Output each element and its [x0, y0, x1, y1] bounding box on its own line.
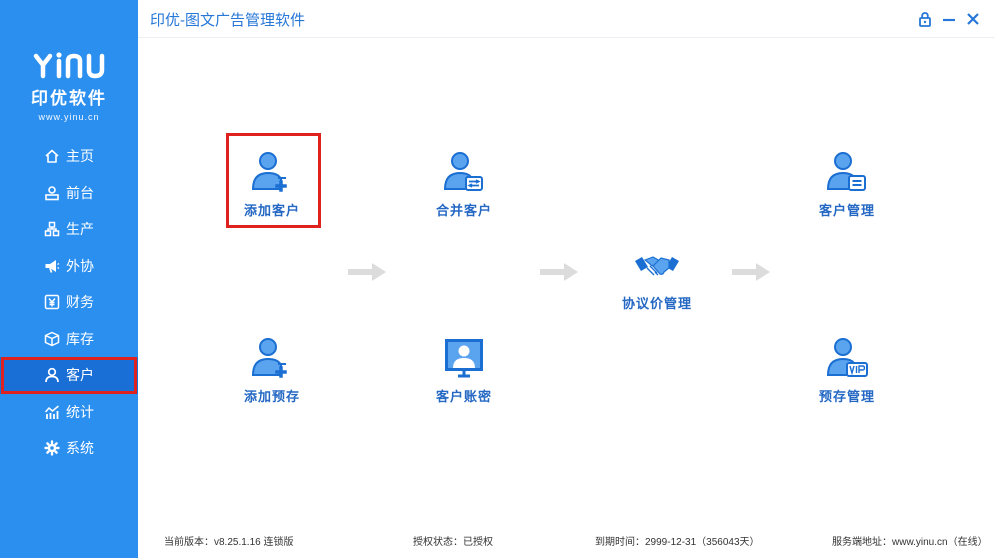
sidebar-nav: 主页 前台 生产 外协 财务 库存 客户 统计 系统 — [0, 138, 138, 467]
title-bar: 印优-图文广告管理软件 — [138, 0, 995, 38]
logo: 印优软件 www.yinu.cn — [0, 52, 138, 122]
outsource-icon — [44, 258, 60, 274]
sidebar-item-label: 主页 — [66, 148, 94, 165]
add-prepaid-label: 添加预存 — [243, 389, 300, 404]
version-info: 当前版本：v8.25.1.16 连锁版 — [164, 537, 294, 548]
flow-arrow — [346, 261, 388, 283]
sidebar-item-label: 财务 — [66, 294, 94, 311]
license-status: 授权状态：已授权 — [413, 537, 493, 548]
production-icon — [44, 221, 60, 237]
sidebar-item-production[interactable]: 生产 — [0, 211, 138, 248]
sidebar-item-label: 前台 — [66, 184, 94, 201]
sidebar-item-home[interactable]: 主页 — [0, 138, 138, 175]
close-icon — [967, 13, 979, 25]
add-customer-label: 添加客户 — [243, 203, 300, 218]
sidebar-item-outsource[interactable]: 外协 — [0, 248, 138, 285]
sidebar-item-statistics[interactable]: 统计 — [0, 394, 138, 431]
sidebar-item-label: 库存 — [66, 330, 94, 347]
flow-arrow — [730, 261, 772, 283]
customer-manage-tile[interactable]: 客户管理 — [802, 149, 892, 219]
statistics-icon — [44, 404, 60, 420]
app-title: 印优-图文广告管理软件 — [150, 12, 305, 29]
merge-customer-label: 合并客户 — [435, 203, 492, 218]
customer-manage-icon — [823, 149, 871, 197]
agreement-price-tile[interactable]: 协议价管理 — [610, 242, 704, 312]
front-desk-icon — [44, 185, 60, 201]
sidebar-item-label: 生产 — [66, 221, 94, 238]
yinu-logo-mark — [33, 52, 105, 79]
sidebar-item-label: 客户 — [66, 367, 94, 384]
add-prepaid-icon — [248, 335, 296, 383]
inventory-icon — [44, 331, 60, 347]
expiry-date: 到期时间：2999-12-31（356043天） — [595, 537, 760, 548]
flow-arrow — [538, 261, 580, 283]
add-customer-tile[interactable]: 添加客户 — [226, 133, 321, 228]
close-button[interactable] — [964, 10, 982, 28]
handshake-icon — [633, 242, 681, 290]
finance-icon — [44, 294, 60, 310]
minimize-button[interactable] — [940, 10, 958, 28]
sidebar-item-label: 统计 — [66, 403, 94, 420]
customer-account-icon — [440, 335, 488, 383]
sidebar-item-inventory[interactable]: 库存 — [0, 321, 138, 358]
status-bar: 当前版本：v8.25.1.16 连锁版 授权状态：已授权 到期时间：2999-1… — [138, 524, 995, 558]
sidebar: 印优软件 www.yinu.cn 主页 前台 生产 外协 财务 库存 客户 统计… — [0, 0, 138, 558]
sidebar-item-finance[interactable]: 财务 — [0, 284, 138, 321]
settings-icon — [44, 440, 60, 456]
customer-account-label: 客户账密 — [435, 389, 492, 404]
logo-name: 印优软件 — [31, 89, 107, 108]
sidebar-item-settings[interactable]: 系统 — [0, 430, 138, 467]
home-icon — [44, 148, 60, 164]
customer-module-panel: 添加客户 合并客户 客户管理 协议价管理 添加预存 客户账密 预存管理 — [138, 38, 995, 524]
app-window: 印优软件 www.yinu.cn 主页 前台 生产 外协 财务 库存 客户 统计… — [0, 0, 995, 558]
customer-icon — [44, 367, 60, 383]
prepaid-manage-tile[interactable]: 预存管理 — [802, 335, 892, 405]
merge-customer-icon — [440, 149, 488, 197]
add-customer-icon — [248, 149, 296, 197]
vip-icon — [823, 335, 871, 383]
customer-manage-label: 客户管理 — [818, 203, 875, 218]
agreement-price-label: 协议价管理 — [621, 296, 692, 311]
sidebar-item-front-desk[interactable]: 前台 — [0, 175, 138, 212]
lock-button[interactable] — [916, 10, 934, 28]
prepaid-manage-label: 预存管理 — [818, 389, 875, 404]
lock-icon — [919, 12, 931, 27]
add-prepaid-tile[interactable]: 添加预存 — [227, 335, 317, 405]
minimize-icon — [943, 18, 955, 22]
merge-customer-tile[interactable]: 合并客户 — [419, 149, 509, 219]
logo-url: www.yinu.cn — [38, 112, 100, 122]
sidebar-item-label: 系统 — [66, 440, 94, 457]
server-address: 服务端地址：www.yinu.cn（在线） — [832, 537, 988, 548]
sidebar-item-label: 外协 — [66, 257, 94, 274]
sidebar-item-customer[interactable]: 客户 — [0, 357, 138, 394]
customer-account-tile[interactable]: 客户账密 — [419, 335, 509, 405]
